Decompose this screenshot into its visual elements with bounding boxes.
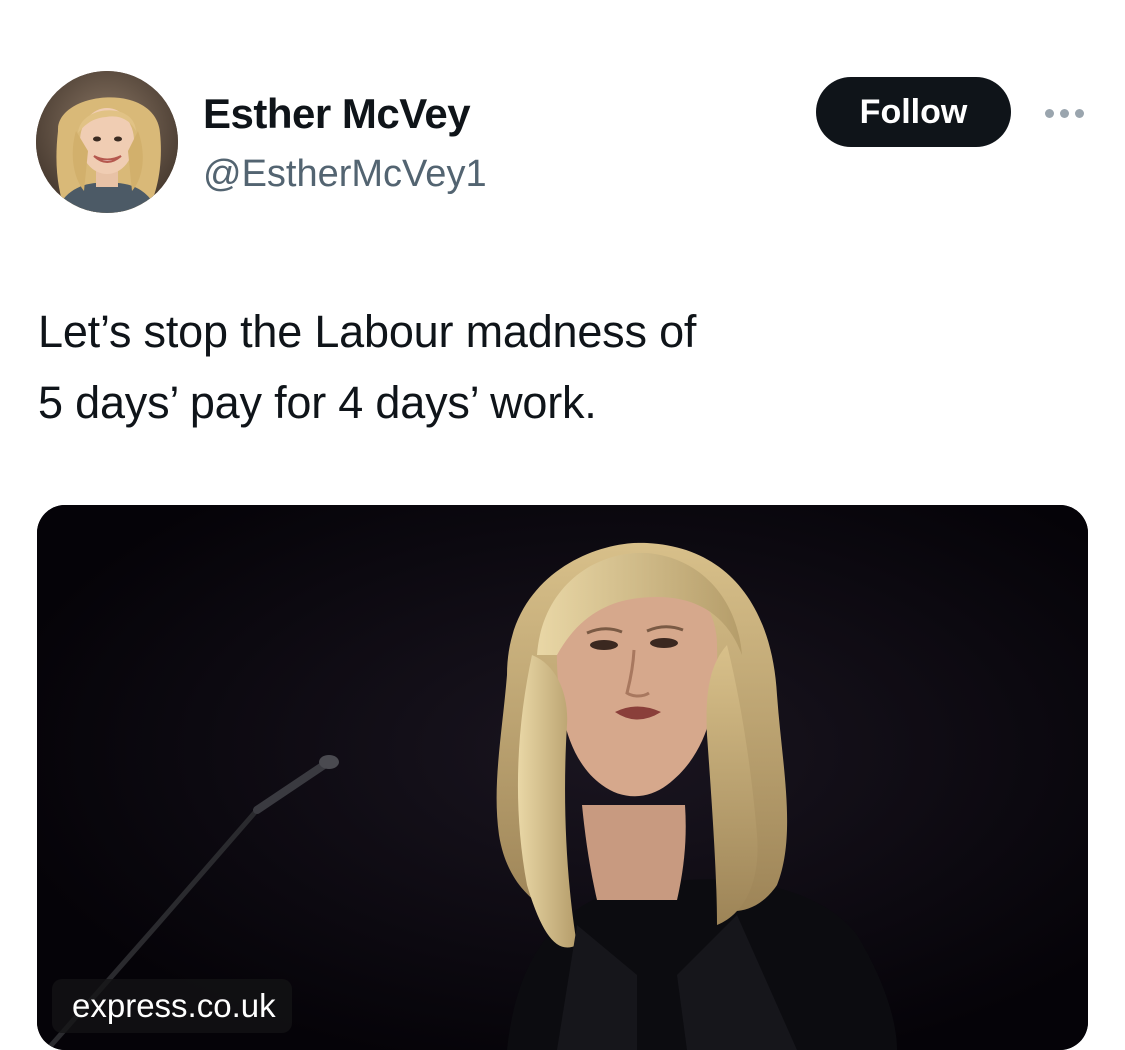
more-horizontal-icon (1074, 108, 1084, 118)
author-handle[interactable]: @EstherMcVey1 (203, 153, 487, 196)
media-photo (37, 505, 1088, 1050)
avatar[interactable] (36, 71, 178, 213)
tweet-text-line: 5 days’ pay for 4 days’ work. (38, 377, 597, 428)
more-options-button[interactable] (1036, 98, 1092, 128)
follow-button[interactable]: Follow (816, 77, 1011, 147)
avatar-photo (36, 71, 178, 213)
more-horizontal-icon (1059, 108, 1069, 118)
media-card[interactable] (37, 505, 1088, 1050)
author-display-name[interactable]: Esther McVey (203, 90, 471, 138)
more-horizontal-icon (1044, 108, 1054, 118)
tweet-text-line: Let’s stop the Labour madness of (38, 306, 697, 357)
media-source-label[interactable]: express.co.uk (52, 979, 292, 1033)
tweet-text: Let’s stop the Labour madness of 5 days’… (38, 296, 1078, 438)
